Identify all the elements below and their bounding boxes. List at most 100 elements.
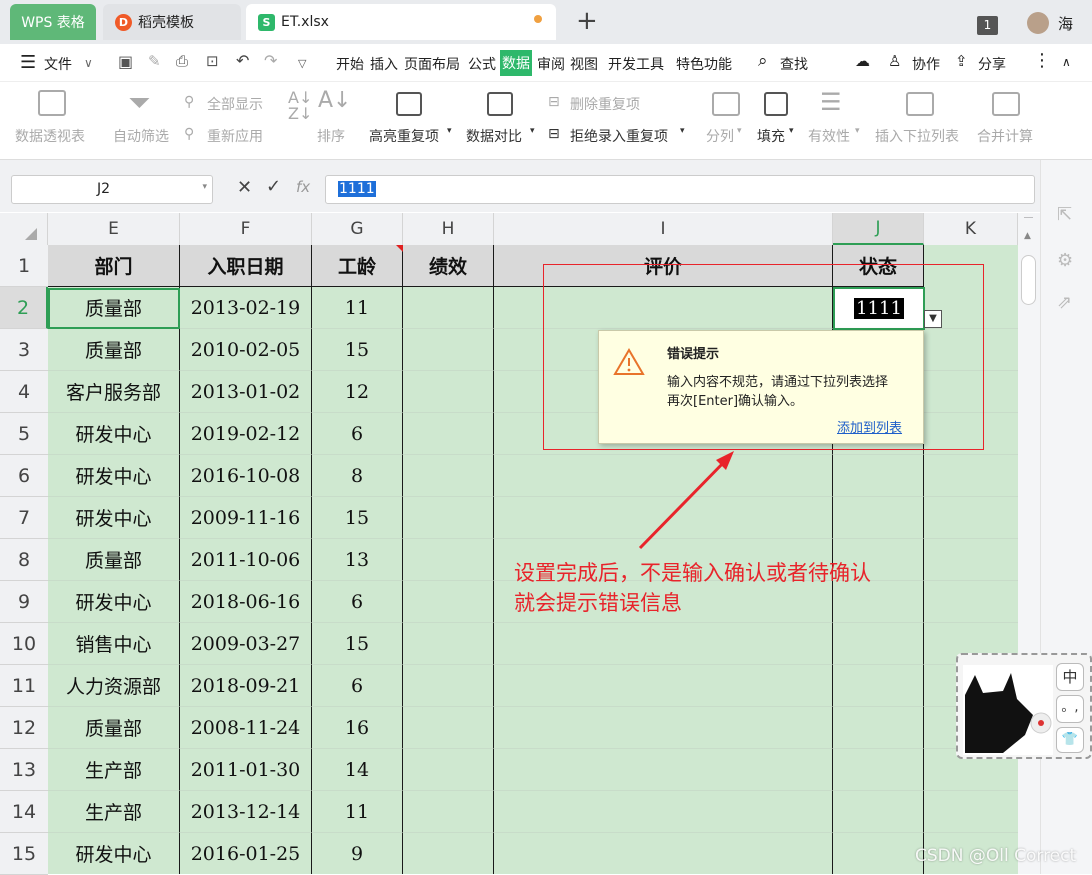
seniority-cell[interactable]: 6 [312, 413, 403, 455]
hire-date-cell[interactable]: 2008-11-24 [180, 707, 312, 749]
empty-cell[interactable] [833, 497, 924, 539]
fill-button[interactable]: 填充 [757, 126, 785, 146]
add-to-list-link[interactable]: 添加到列表 [837, 417, 902, 436]
ime-skin-icon[interactable]: 👕 [1056, 727, 1084, 753]
validity-button[interactable]: 有效性 [808, 126, 850, 146]
seniority-cell[interactable]: 12 [312, 371, 403, 413]
header-cell-performance[interactable]: 绩效 [403, 245, 494, 287]
hire-date-cell[interactable]: 2013-02-19 [180, 287, 312, 329]
empty-cell[interactable] [403, 539, 494, 581]
department-cell[interactable]: 质量部 [48, 707, 180, 749]
menu-tab-developer[interactable]: 开发工具 [608, 54, 664, 74]
cancel-edit-icon[interactable]: ✕ [237, 177, 252, 198]
ime-widget[interactable]: 中 。, 👕 [956, 653, 1092, 759]
hire-date-cell[interactable]: 2010-02-05 [180, 329, 312, 371]
empty-cell[interactable] [403, 749, 494, 791]
share-panel-icon[interactable]: ⇗ [1057, 292, 1072, 313]
empty-cell[interactable] [494, 791, 833, 833]
seniority-cell[interactable]: 15 [312, 623, 403, 665]
cloud-icon[interactable]: ☁ [855, 52, 870, 70]
seniority-cell[interactable]: 11 [312, 287, 403, 329]
empty-cell[interactable] [494, 833, 833, 874]
compare-dropdown-icon[interactable]: ▾ [530, 126, 535, 136]
hire-date-cell[interactable]: 2013-01-02 [180, 371, 312, 413]
empty-cell[interactable] [403, 371, 494, 413]
header-cell-hire-date[interactable]: 入职日期 [180, 245, 312, 287]
row-header-15[interactable]: 15 [0, 833, 48, 875]
column-header-k[interactable]: K [924, 213, 1018, 245]
hire-date-cell[interactable]: 2009-03-27 [180, 623, 312, 665]
empty-cell[interactable] [924, 497, 1024, 539]
department-cell[interactable]: 人力资源部 [48, 665, 180, 707]
row-header-8[interactable]: 8 [0, 539, 48, 581]
vertical-scrollbar[interactable]: ⎺ ▲ [1018, 213, 1040, 874]
reject-duplicates-button[interactable]: 拒绝录入重复项 [570, 126, 668, 146]
empty-cell[interactable] [924, 539, 1024, 581]
header-cell-department[interactable]: 部门 [48, 245, 180, 287]
consolidate-button[interactable]: 合并计算 [977, 126, 1033, 146]
department-cell[interactable]: 研发中心 [48, 455, 180, 497]
empty-cell[interactable] [833, 665, 924, 707]
menu-tab-view[interactable]: 视图 [570, 54, 598, 74]
column-header-i[interactable]: I [494, 213, 833, 245]
scroll-up-icon[interactable]: ▲ [1024, 231, 1031, 241]
header-cell-seniority[interactable]: 工龄 [312, 245, 403, 287]
ime-punctuation-toggle[interactable]: 。, [1056, 695, 1084, 723]
empty-cell[interactable] [403, 623, 494, 665]
menu-tab-page-layout[interactable]: 页面布局 [404, 54, 460, 74]
hamburger-menu-icon[interactable]: ☰ [20, 52, 36, 73]
menu-tab-features[interactable]: 特色功能 [676, 54, 732, 74]
save-icon[interactable]: ▣ [118, 52, 133, 71]
menu-tab-review[interactable]: 审阅 [537, 54, 565, 74]
empty-cell[interactable] [403, 497, 494, 539]
seniority-cell[interactable]: 13 [312, 539, 403, 581]
row-header-5[interactable]: 5 [0, 413, 48, 455]
name-box-dropdown-icon[interactable]: ▾ [202, 182, 207, 192]
auto-filter-button[interactable]: 自动筛选 [113, 126, 169, 146]
hire-date-cell[interactable]: 2018-09-21 [180, 665, 312, 707]
sort-button[interactable]: 排序 [317, 126, 345, 146]
menu-tab-insert[interactable]: 插入 [370, 54, 398, 74]
department-cell[interactable]: 研发中心 [48, 833, 180, 874]
row-header-9[interactable]: 9 [0, 581, 48, 623]
seniority-cell[interactable]: 6 [312, 581, 403, 623]
format-painter-icon[interactable]: ✎ [148, 52, 161, 70]
department-cell[interactable]: 研发中心 [48, 413, 180, 455]
department-cell[interactable]: 客户服务部 [48, 371, 180, 413]
column-header-j[interactable]: J [833, 213, 924, 245]
highlight-duplicates-button[interactable]: 高亮重复项 [369, 126, 439, 146]
empty-cell[interactable] [403, 707, 494, 749]
empty-cell[interactable] [833, 791, 924, 833]
add-user-icon[interactable]: ♙ [888, 52, 901, 70]
settings-sliders-icon[interactable]: ⚙ [1057, 250, 1073, 271]
column-header-h[interactable]: H [403, 213, 494, 245]
row-header-4[interactable]: 4 [0, 371, 48, 413]
empty-cell[interactable] [403, 791, 494, 833]
split-dropdown-icon[interactable]: ▾ [737, 126, 742, 136]
department-cell[interactable]: 销售中心 [48, 623, 180, 665]
column-header-g[interactable]: G [312, 213, 403, 245]
new-tab-plus-icon[interactable]: + [576, 6, 598, 36]
file-menu[interactable]: 文件 [44, 54, 72, 74]
tab-templates[interactable]: D 稻壳模板 [103, 4, 241, 40]
file-menu-chevron-icon[interactable]: ∨ [84, 56, 93, 70]
empty-cell[interactable] [924, 791, 1024, 833]
share-button[interactable]: 分享 [978, 54, 1006, 74]
row-header-12[interactable]: 12 [0, 707, 48, 749]
empty-cell[interactable] [403, 287, 494, 329]
tab-wps-spreadsheet[interactable]: WPS 表格 [10, 4, 96, 40]
scrollbar-thumb[interactable] [1021, 255, 1036, 305]
fill-dropdown-icon[interactable]: ▾ [789, 126, 794, 136]
highlight-dropdown-icon[interactable]: ▾ [447, 126, 452, 136]
reapply-button[interactable]: 重新应用 [207, 126, 263, 146]
print-icon[interactable]: ⎙ [176, 52, 188, 70]
function-icon[interactable]: fx [296, 178, 310, 196]
row-header-11[interactable]: 11 [0, 665, 48, 707]
hire-date-cell[interactable]: 2019-02-12 [180, 413, 312, 455]
seniority-cell[interactable]: 15 [312, 329, 403, 371]
split-columns-button[interactable]: 分列 [706, 126, 734, 146]
insert-dropdown-list-button[interactable]: 插入下拉列表 [875, 126, 959, 146]
row-header-6[interactable]: 6 [0, 455, 48, 497]
department-cell[interactable]: 研发中心 [48, 581, 180, 623]
seniority-cell[interactable]: 6 [312, 665, 403, 707]
